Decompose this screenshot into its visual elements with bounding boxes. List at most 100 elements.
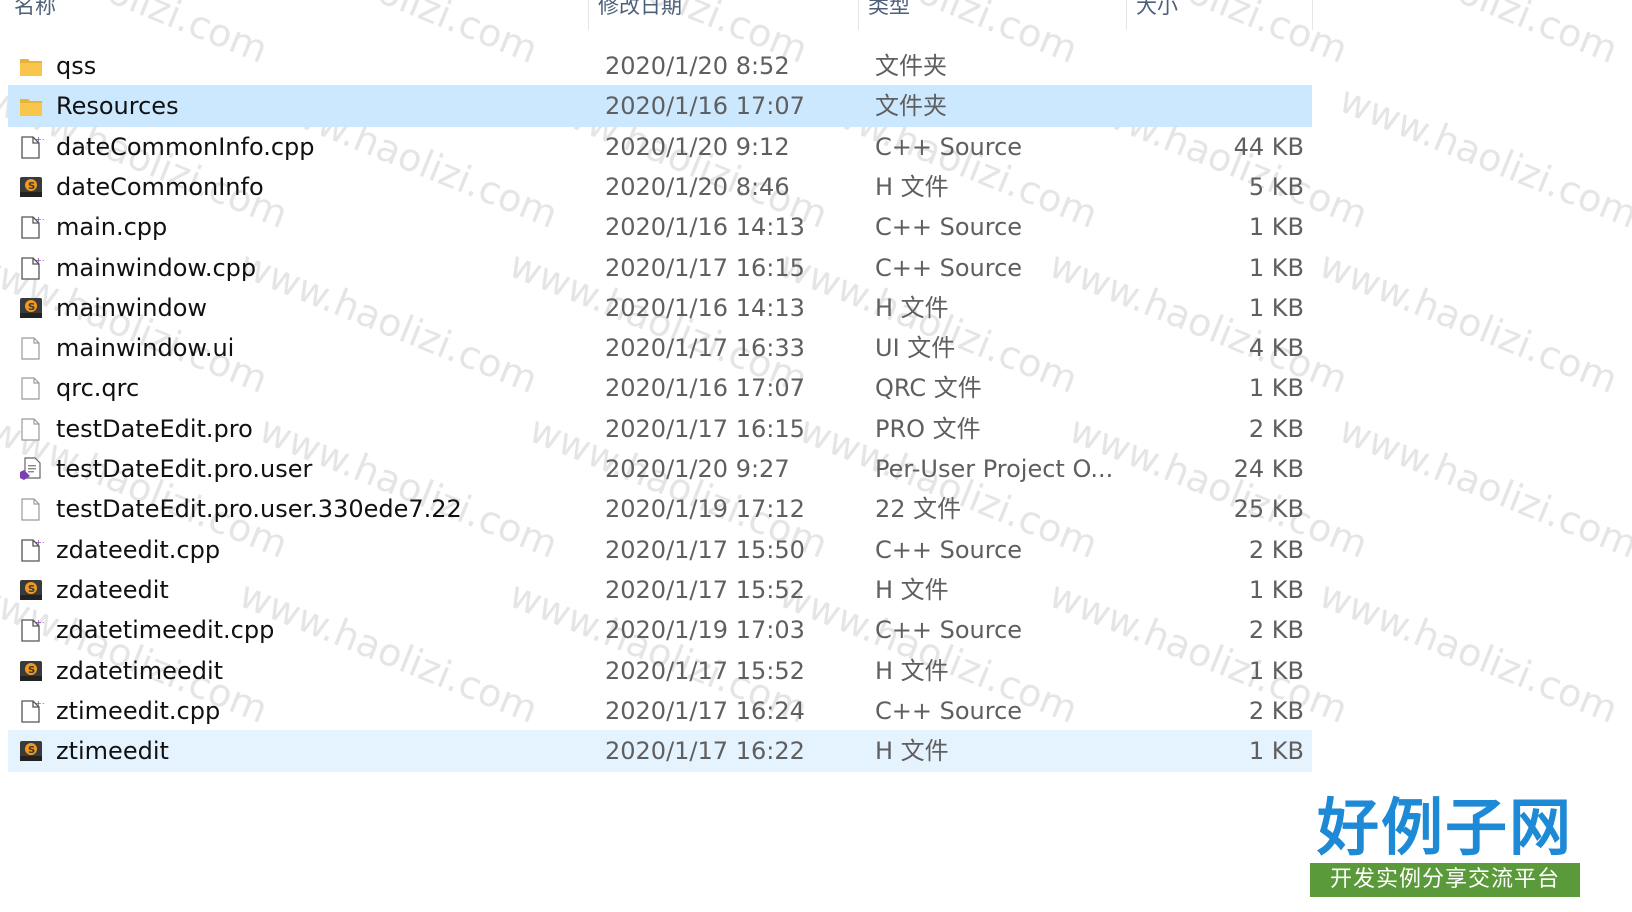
file-date: 2020/1/16 14:13 [605,213,805,242]
file-size: 5 KB [1248,172,1304,201]
file-type: C++ Source [875,132,1023,161]
svg-text:++: ++ [35,538,44,547]
file-date: 2020/1/16 17:07 [605,374,805,403]
cpp-file-icon: ++ [18,698,48,724]
vs-project-file-icon [18,456,44,482]
file-name: qss [56,52,97,80]
file-row[interactable]: testDateEdit.pro 2020/1/17 16:15 PRO 文件 2 K… [8,408,1312,450]
file-date: 2020/1/19 17:12 [605,495,805,524]
svg-text:S: S [28,665,35,676]
file-row[interactable]: Sztimeedit 2020/1/17 16:22 H 文件 1 KB [8,730,1312,773]
svg-text:++: ++ [35,215,44,224]
sublime-file-icon: S [18,174,44,200]
file-row[interactable]: qrc.qrc 2020/1/16 17:07 QRC 文件 1 KB [8,367,1312,409]
file-type: H 文件 [875,737,949,766]
file-date: 2020/1/17 16:15 [605,414,805,443]
file-size: 24 KB [1233,455,1304,483]
file-row[interactable]: SdateCommonInfo 2020/1/20 8:46 H 文件 5 KB [8,166,1312,208]
file-date: 2020/1/19 17:03 [605,616,805,645]
file-date: 2020/1/17 15:50 [605,535,805,564]
cpp-file-icon: ++ [18,537,48,563]
file-date: 2020/1/16 14:13 [605,293,805,322]
file-date: 2020/1/16 17:07 [605,92,805,121]
file-size: 1 KB [1248,656,1304,685]
watermark-text: www.haolizi.com [1313,242,1625,402]
file-row[interactable]: mainwindow.ui 2020/1/17 16:33 UI 文件 4 KB [8,327,1312,369]
svg-text:S: S [28,181,35,192]
file-size: 1 KB [1248,253,1304,282]
file-row[interactable]: ++ zdateedit.cpp 2020/1/17 15:50 C++ Source… [8,529,1312,571]
file-date: 2020/1/17 15:52 [605,575,805,604]
file-type: 文件夹 [875,52,947,80]
sublime-file-icon: S [18,295,44,321]
watermark-text: www.haolizi.com [1313,0,1624,72]
cpp-file-icon: ++ [18,617,48,643]
watermark-text: www.haolizi.com [1313,572,1625,732]
column-divider[interactable] [588,0,589,30]
svg-text:S: S [28,745,35,756]
file-name: ztimeedit [56,737,169,766]
file-row[interactable]: ++ mainwindow.cpp 2020/1/17 16:15 C++ Sourc… [8,247,1312,289]
file-size: 1 KB [1248,575,1304,604]
file-row[interactable]: Resources 2020/1/16 17:07 文件夹 [8,85,1312,128]
column-header-name[interactable]: 名称 [14,0,56,22]
file-type: C++ Source [875,253,1023,282]
column-divider[interactable] [1126,0,1127,30]
file-name: mainwindow.ui [56,334,235,363]
file-row[interactable]: qss 2020/1/20 8:52 文件夹 [8,45,1312,87]
file-name: zdatetimeedit [56,656,224,685]
column-divider[interactable] [858,0,859,30]
column-header-date[interactable]: 修改日期 [598,0,682,22]
file-size: 4 KB [1248,334,1304,363]
generic-file-icon [18,375,44,401]
file-row[interactable]: ++ ztimeedit.cpp 2020/1/17 16:24 C++ Source… [8,690,1312,732]
sublime-file-icon: S [18,658,44,684]
column-divider[interactable] [1312,0,1313,30]
cpp-file-icon: ++ [18,255,48,281]
file-date: 2020/1/20 8:46 [605,172,790,201]
file-name: Resources [56,92,179,121]
file-name: testDateEdit.pro.user.330ede7.22 [56,495,462,524]
file-type: 文件夹 [875,92,947,121]
file-row[interactable]: ++ main.cpp 2020/1/16 14:13 C++ Source 1 KB [8,206,1312,248]
file-name: zdateedit.cpp [56,535,221,564]
svg-text:++: ++ [35,699,44,708]
svg-text:++: ++ [35,256,44,265]
svg-text:S: S [28,302,35,313]
file-name: ztimeedit.cpp [56,696,221,725]
file-type: C++ Source [875,535,1023,564]
logo-title: 好例子网 [1316,791,1573,864]
file-row[interactable]: Szdateedit 2020/1/17 15:52 H 文件 1 KB [8,569,1312,611]
file-row[interactable]: ++ zdatetimeedit.cpp 2020/1/19 17:03 C++ So… [8,609,1312,651]
file-type: H 文件 [875,575,949,604]
file-type: H 文件 [875,656,949,685]
watermark-text: www.haolizi.com [1333,407,1632,567]
file-row[interactable]: Smainwindow 2020/1/16 14:13 H 文件 1 KB [8,287,1312,329]
file-date: 2020/1/17 16:24 [605,696,805,725]
file-date: 2020/1/17 16:33 [605,334,805,363]
file-row[interactable]: Szdatetimeedit 2020/1/17 15:52 H 文件 1 KB [8,650,1312,692]
file-type: C++ Source [875,616,1023,645]
file-size: 2 KB [1248,696,1304,725]
file-row[interactable]: testDateEdit.pro.user.330ede7.22 2020/1/1… [8,488,1312,530]
file-size: 2 KB [1248,616,1304,645]
file-size: 1 KB [1248,213,1304,242]
file-row[interactable]: testDateEdit.pro.user 2020/1/20 9:27 Per-U… [8,448,1312,490]
file-name: zdateedit [56,575,169,604]
file-name: dateCommonInfo.cpp [56,132,315,161]
file-name: testDateEdit.pro [56,414,253,443]
generic-file-icon [18,416,44,442]
file-size: 44 KB [1233,132,1304,161]
folder-icon [18,93,44,119]
file-type: Per-User Project O... [875,455,1114,483]
column-header-size[interactable]: 大小 [1136,0,1178,22]
file-name: dateCommonInfo [56,172,264,201]
file-size: 1 KB [1248,737,1304,766]
sublime-file-icon: S [18,738,44,764]
column-header-type[interactable]: 类型 [868,0,910,22]
file-row[interactable]: ++ dateCommonInfo.cpp 2020/1/20 9:12 C++ So… [8,126,1312,168]
file-size: 1 KB [1248,374,1304,403]
file-name: qrc.qrc [56,374,140,403]
column-header: 名称 修改日期 类型 大小 [0,0,1314,30]
generic-file-icon [18,496,44,522]
